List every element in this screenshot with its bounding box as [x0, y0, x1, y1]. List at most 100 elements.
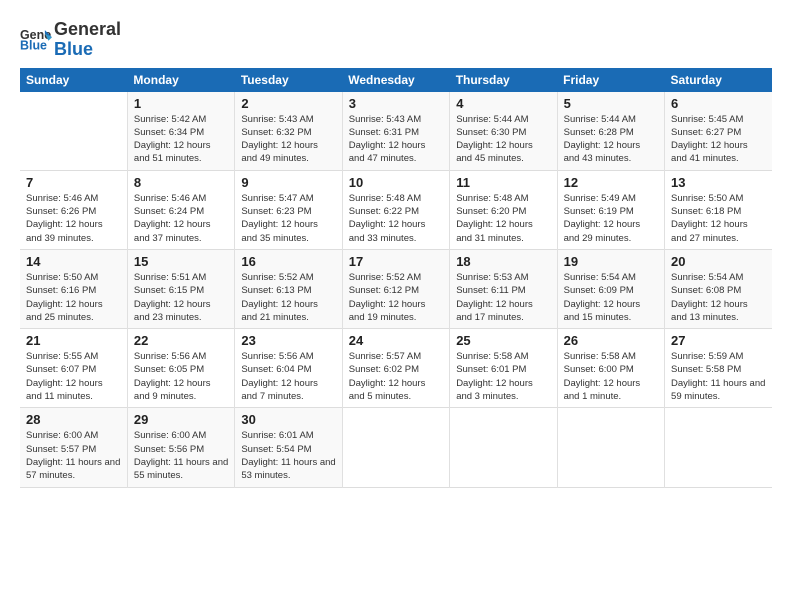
- day-cell: 21 Sunrise: 5:55 AMSunset: 6:07 PMDayligh…: [20, 329, 127, 408]
- day-detail: Sunrise: 5:52 AMSunset: 6:12 PMDaylight:…: [349, 271, 443, 324]
- day-detail: Sunrise: 5:52 AMSunset: 6:13 PMDaylight:…: [241, 271, 335, 324]
- day-number: 16: [241, 254, 335, 269]
- day-detail: Sunrise: 5:43 AMSunset: 6:32 PMDaylight:…: [241, 113, 335, 166]
- day-detail: Sunrise: 5:48 AMSunset: 6:22 PMDaylight:…: [349, 192, 443, 245]
- day-number: 19: [564, 254, 658, 269]
- day-number: 24: [349, 333, 443, 348]
- day-number: 15: [134, 254, 228, 269]
- day-number: 6: [671, 96, 766, 111]
- week-row-3: 14Sunrise: 5:50 AMSunset: 6:16 PMDayligh…: [20, 249, 772, 328]
- day-detail: Sunrise: 5:47 AMSunset: 6:23 PMDaylight:…: [241, 192, 335, 245]
- day-detail: Sunrise: 5:51 AMSunset: 6:15 PMDaylight:…: [134, 271, 228, 324]
- day-number: 23: [241, 333, 335, 348]
- logo: General Blue General Blue: [20, 18, 121, 60]
- day-number: 7: [26, 175, 121, 190]
- col-header-sunday: Sunday: [20, 68, 127, 92]
- header: General Blue General Blue: [20, 18, 772, 60]
- day-cell: 11Sunrise: 5:48 AMSunset: 6:20 PMDayligh…: [450, 170, 557, 249]
- day-cell: 27 Sunrise: 5:59 AMSunset: 5:58 PMDayligh…: [665, 329, 772, 408]
- week-row-5: 28 Sunrise: 6:00 AMSunset: 5:57 PMDayligh…: [20, 408, 772, 487]
- col-header-thursday: Thursday: [450, 68, 557, 92]
- day-detail: Sunrise: 5:45 AMSunset: 6:27 PMDaylight:…: [671, 113, 766, 166]
- day-cell: 29 Sunrise: 6:00 AMSunset: 5:56 PMDayligh…: [127, 408, 234, 487]
- day-cell: [450, 408, 557, 487]
- day-detail: Sunrise: 5:54 AMSunset: 6:09 PMDaylight:…: [564, 271, 658, 324]
- day-cell: 9 Sunrise: 5:47 AMSunset: 6:23 PMDaylight…: [235, 170, 342, 249]
- day-number: 20: [671, 254, 766, 269]
- col-header-wednesday: Wednesday: [342, 68, 449, 92]
- day-detail: Sunrise: 5:55 AMSunset: 6:07 PMDaylight:…: [26, 350, 121, 403]
- week-row-1: 1 Sunrise: 5:42 AMSunset: 6:34 PMDaylight…: [20, 92, 772, 171]
- day-cell: 26 Sunrise: 5:58 AMSunset: 6:00 PMDayligh…: [557, 329, 664, 408]
- day-number: 28: [26, 412, 121, 427]
- day-cell: 8 Sunrise: 5:46 AMSunset: 6:24 PMDaylight…: [127, 170, 234, 249]
- day-cell: [557, 408, 664, 487]
- day-number: 12: [564, 175, 658, 190]
- day-number: 3: [349, 96, 443, 111]
- day-cell: 12Sunrise: 5:49 AMSunset: 6:19 PMDayligh…: [557, 170, 664, 249]
- col-header-saturday: Saturday: [665, 68, 772, 92]
- day-detail: Sunrise: 6:00 AMSunset: 5:57 PMDaylight:…: [26, 429, 121, 482]
- day-cell: [20, 92, 127, 171]
- svg-text:Blue: Blue: [20, 38, 47, 52]
- day-number: 2: [241, 96, 335, 111]
- day-cell: 10Sunrise: 5:48 AMSunset: 6:22 PMDayligh…: [342, 170, 449, 249]
- day-cell: [665, 408, 772, 487]
- day-detail: Sunrise: 6:00 AMSunset: 5:56 PMDaylight:…: [134, 429, 228, 482]
- day-detail: Sunrise: 5:56 AMSunset: 6:04 PMDaylight:…: [241, 350, 335, 403]
- day-cell: 13Sunrise: 5:50 AMSunset: 6:18 PMDayligh…: [665, 170, 772, 249]
- day-cell: 16 Sunrise: 5:52 AMSunset: 6:13 PMDayligh…: [235, 249, 342, 328]
- day-number: 29: [134, 412, 228, 427]
- day-number: 8: [134, 175, 228, 190]
- day-number: 21: [26, 333, 121, 348]
- logo-text-general: General: [54, 20, 121, 40]
- day-number: 14: [26, 254, 121, 269]
- day-number: 26: [564, 333, 658, 348]
- day-detail: Sunrise: 5:42 AMSunset: 6:34 PMDaylight:…: [134, 113, 228, 166]
- day-detail: Sunrise: 5:58 AMSunset: 6:00 PMDaylight:…: [564, 350, 658, 403]
- day-number: 9: [241, 175, 335, 190]
- day-number: 4: [456, 96, 550, 111]
- day-number: 22: [134, 333, 228, 348]
- week-row-4: 21 Sunrise: 5:55 AMSunset: 6:07 PMDayligh…: [20, 329, 772, 408]
- day-cell: 17 Sunrise: 5:52 AMSunset: 6:12 PMDayligh…: [342, 249, 449, 328]
- col-header-monday: Monday: [127, 68, 234, 92]
- day-detail: Sunrise: 5:54 AMSunset: 6:08 PMDaylight:…: [671, 271, 766, 324]
- day-cell: 4Sunrise: 5:44 AMSunset: 6:30 PMDaylight…: [450, 92, 557, 171]
- header-row: SundayMondayTuesdayWednesdayThursdayFrid…: [20, 68, 772, 92]
- calendar-table: SundayMondayTuesdayWednesdayThursdayFrid…: [20, 68, 772, 488]
- day-detail: Sunrise: 5:44 AMSunset: 6:28 PMDaylight:…: [564, 113, 658, 166]
- day-cell: 30Sunrise: 6:01 AMSunset: 5:54 PMDayligh…: [235, 408, 342, 487]
- day-detail: Sunrise: 5:48 AMSunset: 6:20 PMDaylight:…: [456, 192, 550, 245]
- day-number: 25: [456, 333, 550, 348]
- day-cell: 19 Sunrise: 5:54 AMSunset: 6:09 PMDayligh…: [557, 249, 664, 328]
- day-number: 27: [671, 333, 766, 348]
- day-cell: 22 Sunrise: 5:56 AMSunset: 6:05 PMDayligh…: [127, 329, 234, 408]
- logo-icon: General Blue: [20, 23, 52, 55]
- day-cell: 7 Sunrise: 5:46 AMSunset: 6:26 PMDaylight…: [20, 170, 127, 249]
- day-detail: Sunrise: 5:46 AMSunset: 6:24 PMDaylight:…: [134, 192, 228, 245]
- day-number: 30: [241, 412, 335, 427]
- day-cell: 24Sunrise: 5:57 AMSunset: 6:02 PMDayligh…: [342, 329, 449, 408]
- day-cell: 14Sunrise: 5:50 AMSunset: 6:16 PMDayligh…: [20, 249, 127, 328]
- day-detail: Sunrise: 5:59 AMSunset: 5:58 PMDaylight:…: [671, 350, 766, 403]
- day-number: 17: [349, 254, 443, 269]
- day-cell: 5Sunrise: 5:44 AMSunset: 6:28 PMDaylight…: [557, 92, 664, 171]
- day-cell: 1 Sunrise: 5:42 AMSunset: 6:34 PMDaylight…: [127, 92, 234, 171]
- day-cell: 15 Sunrise: 5:51 AMSunset: 6:15 PMDayligh…: [127, 249, 234, 328]
- day-detail: Sunrise: 5:56 AMSunset: 6:05 PMDaylight:…: [134, 350, 228, 403]
- day-detail: Sunrise: 5:46 AMSunset: 6:26 PMDaylight:…: [26, 192, 121, 245]
- day-cell: 23 Sunrise: 5:56 AMSunset: 6:04 PMDayligh…: [235, 329, 342, 408]
- day-detail: Sunrise: 5:58 AMSunset: 6:01 PMDaylight:…: [456, 350, 550, 403]
- page: General Blue General Blue SundayMondayTu…: [0, 0, 792, 612]
- day-cell: 28 Sunrise: 6:00 AMSunset: 5:57 PMDayligh…: [20, 408, 127, 487]
- day-cell: [342, 408, 449, 487]
- day-cell: 3 Sunrise: 5:43 AMSunset: 6:31 PMDaylight…: [342, 92, 449, 171]
- day-cell: 20 Sunrise: 5:54 AMSunset: 6:08 PMDayligh…: [665, 249, 772, 328]
- logo-text-blue: Blue: [54, 40, 121, 60]
- day-detail: Sunrise: 5:43 AMSunset: 6:31 PMDaylight:…: [349, 113, 443, 166]
- day-detail: Sunrise: 5:50 AMSunset: 6:18 PMDaylight:…: [671, 192, 766, 245]
- day-number: 1: [134, 96, 228, 111]
- day-detail: Sunrise: 5:53 AMSunset: 6:11 PMDaylight:…: [456, 271, 550, 324]
- day-number: 18: [456, 254, 550, 269]
